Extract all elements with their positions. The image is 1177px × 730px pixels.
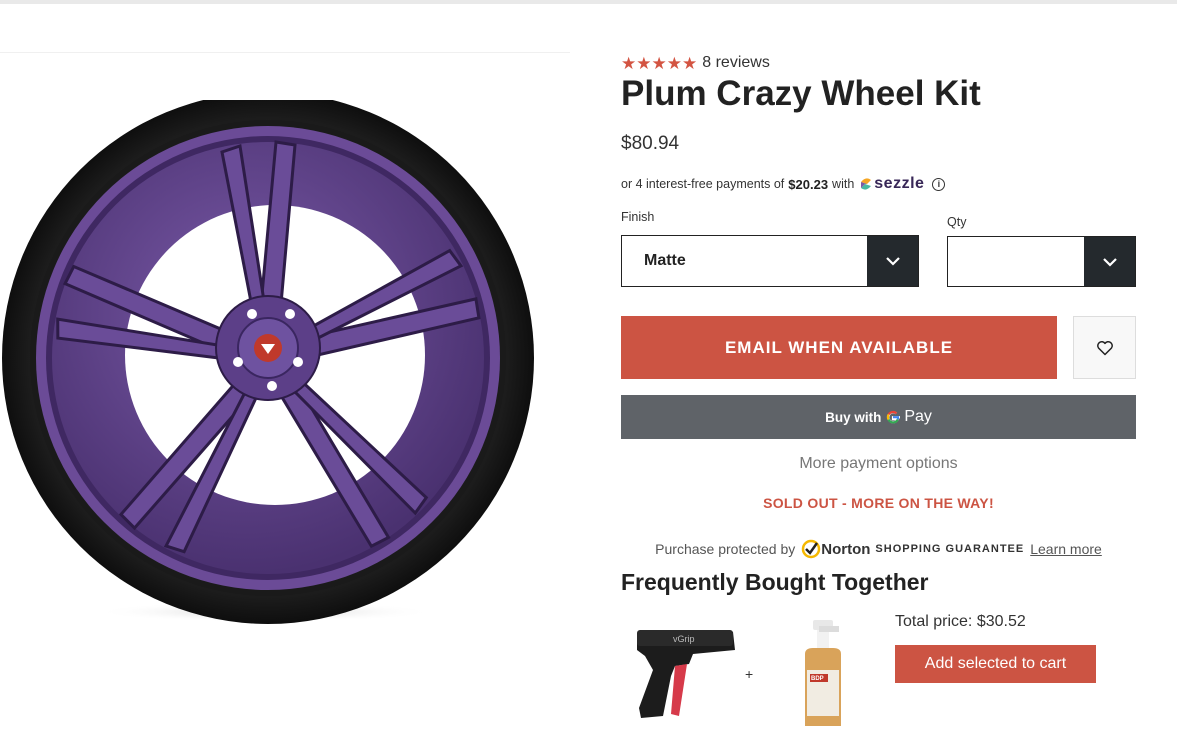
finish-select-value: Matte: [644, 252, 686, 269]
norton-logo: Norton: [801, 539, 870, 559]
gpay-prefix: Buy with: [825, 409, 882, 425]
chevron-down-icon: [1084, 237, 1135, 286]
google-g-icon: [887, 410, 901, 424]
chevron-down-icon: [867, 236, 918, 286]
sold-out-notice: SOLD OUT - MORE ON THE WAY!: [763, 495, 994, 511]
plus-separator: +: [745, 666, 754, 682]
star-icon: ★: [682, 53, 698, 73]
product-title: Plum Crazy Wheel Kit: [621, 74, 981, 113]
norton-guarantee: Purchase protected by Norton SHOPPING GU…: [621, 539, 1136, 559]
sezzle-logo[interactable]: sezzle: [858, 175, 924, 193]
total-price: Total price: $30.52: [895, 613, 1026, 630]
fbt-product2-label: BDP: [811, 676, 824, 682]
product-price: $80.94: [621, 133, 680, 154]
gpay-brand: Pay: [904, 408, 932, 425]
fbt-product-spray-grip[interactable]: vGrip: [627, 620, 739, 722]
reviews-link[interactable]: 8 reviews: [702, 54, 770, 72]
finish-label: Finish: [621, 210, 655, 224]
google-pay-button[interactable]: Buy with Pay: [621, 395, 1136, 439]
sezzle-brand: sezzle: [874, 175, 925, 192]
email-when-available-button[interactable]: EMAIL WHEN AVAILABLE: [621, 316, 1057, 379]
heart-icon: [1096, 340, 1113, 355]
fbt-product-cleaner-bottle[interactable]: BDP: [801, 620, 845, 730]
norton-check-icon: [802, 539, 821, 559]
star-icon: ★: [651, 53, 667, 73]
sezzle-prefix: or 4 interest-free payments of: [621, 177, 785, 191]
learn-more-link[interactable]: Learn more: [1030, 541, 1102, 557]
wishlist-button[interactable]: [1073, 316, 1136, 379]
sezzle-icon: [861, 178, 872, 190]
gallery-divider: [0, 52, 570, 53]
qty-select[interactable]: [947, 236, 1136, 287]
star-icon: ★: [636, 53, 652, 73]
finish-select[interactable]: Matte: [621, 235, 919, 287]
norton-prefix: Purchase protected by: [655, 541, 796, 557]
norton-guarantee-text: SHOPPING GUARANTEE: [875, 543, 1025, 555]
norton-brand: Norton: [821, 540, 871, 558]
sezzle-with: with: [832, 177, 855, 191]
product-image-wheel[interactable]: [0, 100, 545, 630]
rating[interactable]: ★ ★ ★ ★ ★ 8 reviews: [621, 54, 770, 72]
fbt-product1-label: vGrip: [673, 634, 695, 644]
qty-label: Qty: [947, 215, 967, 229]
add-selected-to-cart-button[interactable]: Add selected to cart: [895, 645, 1096, 683]
star-icon: ★: [666, 53, 682, 73]
info-circle-icon[interactable]: i: [932, 177, 946, 191]
more-payment-options-link[interactable]: More payment options: [621, 455, 1136, 473]
star-icon: ★: [621, 53, 637, 73]
fbt-title: Frequently Bought Together: [621, 569, 929, 595]
top-bar: [0, 0, 1177, 4]
sezzle-amount: $20.23: [788, 176, 829, 192]
sezzle-installments: or 4 interest-free payments of $20.23 wi…: [621, 175, 946, 193]
